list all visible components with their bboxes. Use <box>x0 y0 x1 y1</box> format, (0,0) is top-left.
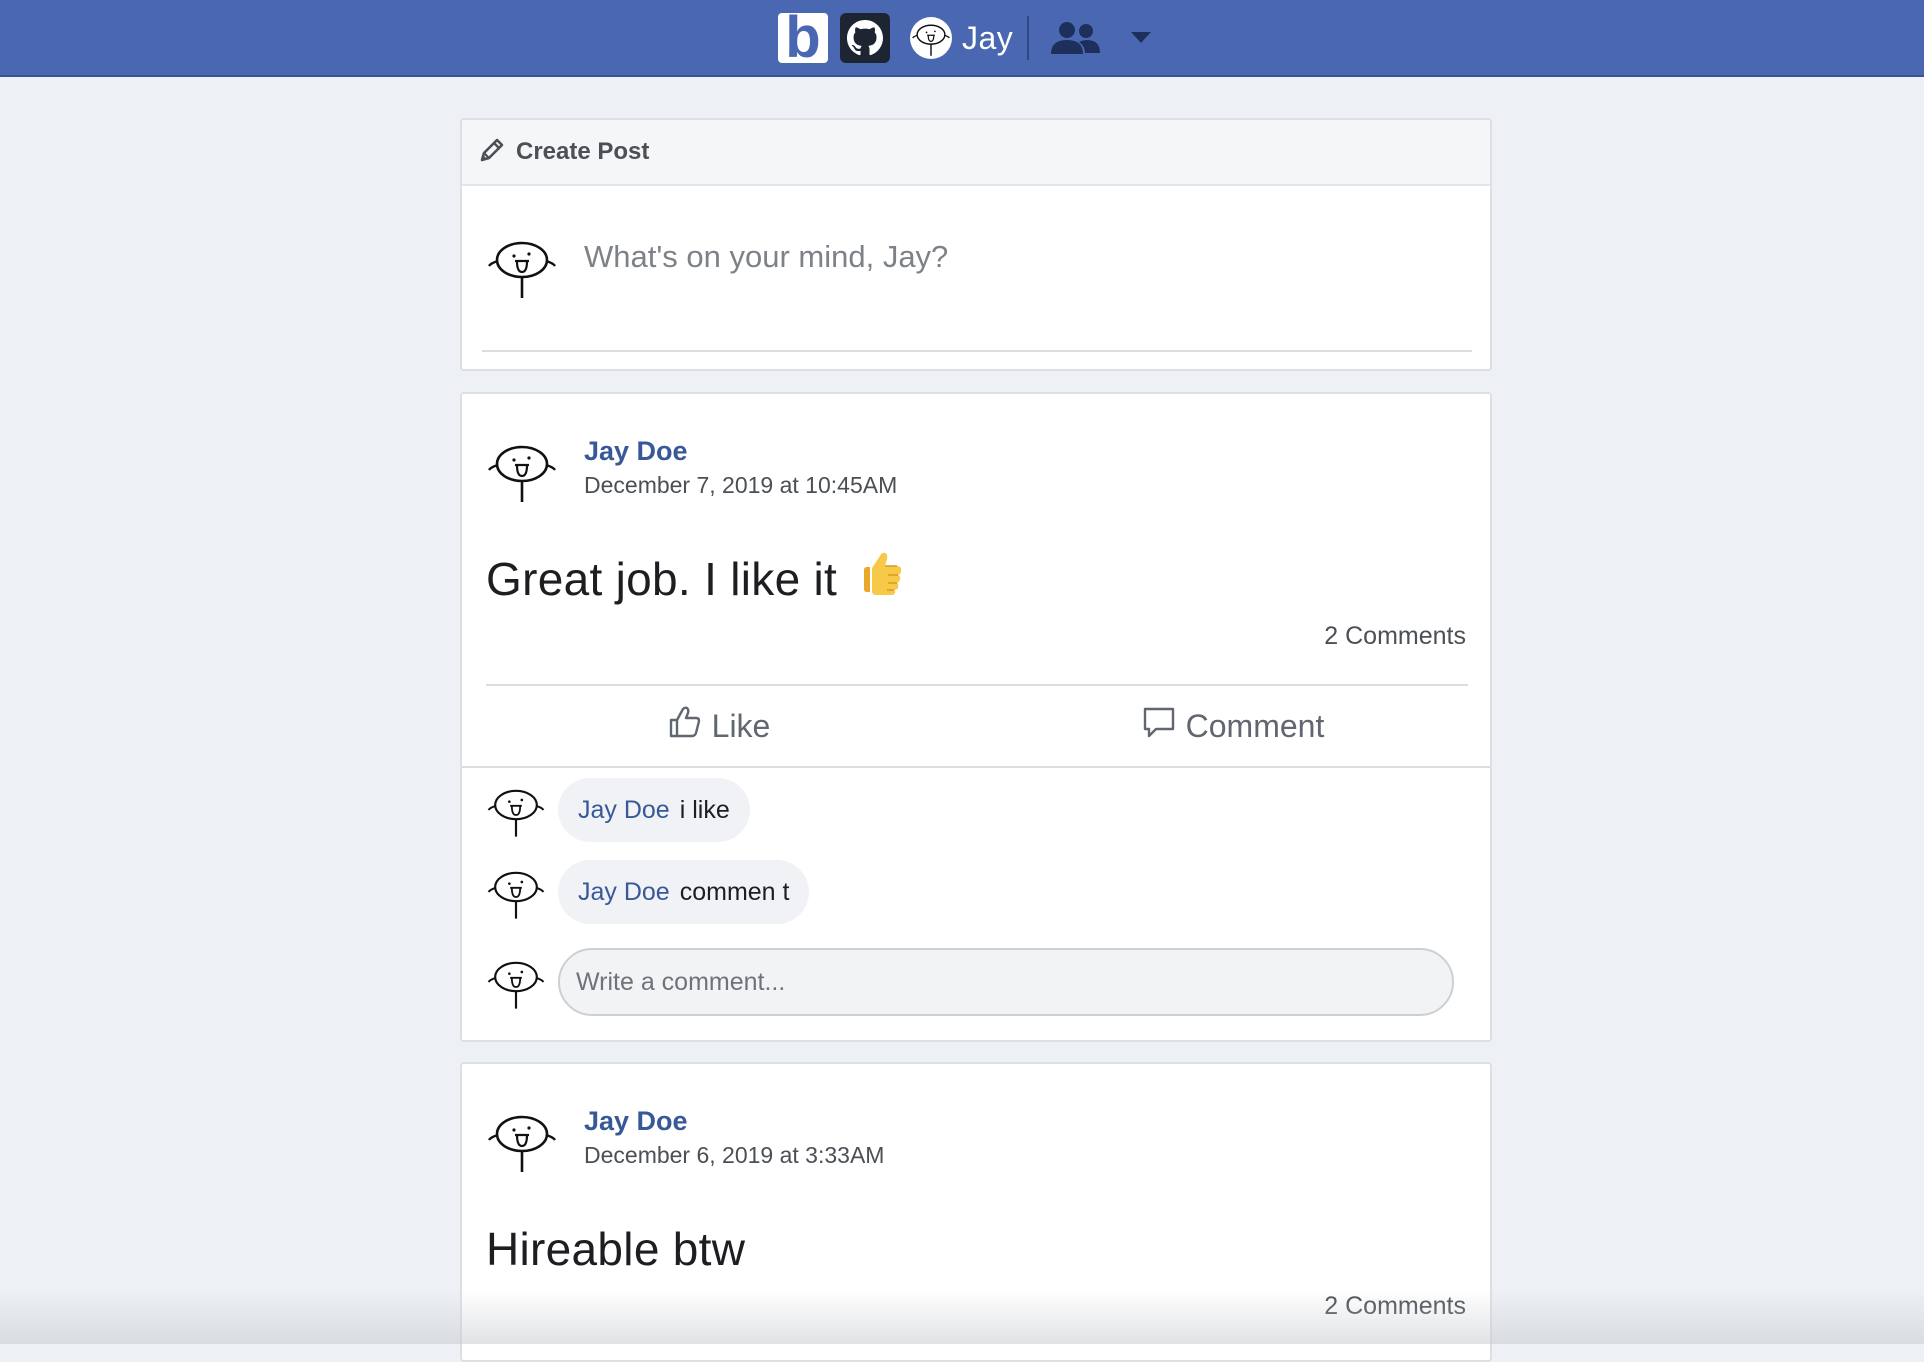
like-label: Like <box>711 707 771 744</box>
navbar-center: b Jay <box>778 11 1161 65</box>
top-navbar: b Jay <box>0 0 1924 77</box>
comment-bubble: Jay Doe i like <box>558 778 750 842</box>
post-card: Jay Doe December 6, 2019 at 3:33AM Hirea… <box>460 1062 1492 1362</box>
comment-item: Jay Doe i like <box>486 778 750 842</box>
post-timestamp[interactable]: December 7, 2019 at 10:45AM <box>584 472 897 499</box>
post-author-link[interactable]: Jay Doe <box>584 1104 884 1138</box>
brand-logo-icon[interactable]: b <box>778 13 828 63</box>
nav-username: Jay <box>962 19 1014 56</box>
comment-text: i like <box>679 795 730 824</box>
post-meta: Jay Doe December 7, 2019 at 10:45AM <box>584 434 897 506</box>
avatar <box>486 230 558 302</box>
post-author-link[interactable]: Jay Doe <box>584 434 897 468</box>
create-post-title: Create Post <box>516 138 650 165</box>
post-timestamp[interactable]: December 6, 2019 at 3:33AM <box>584 1142 884 1169</box>
like-button[interactable]: Like <box>462 686 976 766</box>
post-meta: Jay Doe December 6, 2019 at 3:33AM <box>584 1104 884 1176</box>
comment-item: Jay Doe commen t <box>486 860 810 924</box>
avatar[interactable] <box>486 1104 558 1176</box>
comment-bubble: Jay Doe commen t <box>558 860 810 924</box>
create-post-body <box>462 186 1490 369</box>
github-icon[interactable] <box>840 13 890 63</box>
thumbs-up-emoji-icon <box>856 548 906 609</box>
comment-composer <box>486 948 1454 1016</box>
friends-icon[interactable] <box>1047 16 1103 60</box>
avatar[interactable] <box>486 434 558 506</box>
comment-text: commen t <box>679 877 790 906</box>
create-post-header: Create Post <box>462 120 1490 186</box>
nav-profile-link[interactable]: Jay <box>910 17 1013 59</box>
post-composer-input[interactable] <box>584 232 1464 282</box>
caret-down-icon[interactable] <box>1121 16 1161 60</box>
avatar <box>910 17 952 59</box>
post-body-text: Great job. I like it <box>486 553 838 605</box>
comment-label: Comment <box>1185 707 1325 744</box>
comments-section: Jay Doe i like Jay Doe commen t <box>462 766 1490 1040</box>
nav-divider <box>1027 16 1030 60</box>
avatar[interactable] <box>486 780 546 840</box>
composer-underline <box>482 350 1472 352</box>
create-post-card: Create Post <box>460 118 1492 371</box>
post-card: Jay Doe December 7, 2019 at 10:45AM Grea… <box>460 392 1492 1042</box>
pencil-icon <box>478 136 506 169</box>
comments-count-link[interactable]: 2 Comments <box>1324 1292 1466 1321</box>
comment-bubble-icon <box>1142 705 1186 747</box>
avatar[interactable] <box>486 862 546 922</box>
comment-author-link[interactable]: Jay Doe <box>578 878 670 907</box>
post-header: Jay Doe December 7, 2019 at 10:45AM <box>486 434 897 506</box>
write-comment-input[interactable] <box>558 948 1454 1016</box>
post-body: Great job. I like it <box>486 552 906 613</box>
avatar <box>486 952 546 1012</box>
post-body-text: Hireable btw <box>486 1223 746 1275</box>
post-header: Jay Doe December 6, 2019 at 3:33AM <box>486 1104 884 1176</box>
comment-button[interactable]: Comment <box>976 686 1490 766</box>
comment-author-link[interactable]: Jay Doe <box>578 796 670 825</box>
comments-count-link[interactable]: 2 Comments <box>1324 622 1466 651</box>
thumbs-up-icon <box>668 705 712 747</box>
post-actions: Like Comment <box>462 686 1490 766</box>
